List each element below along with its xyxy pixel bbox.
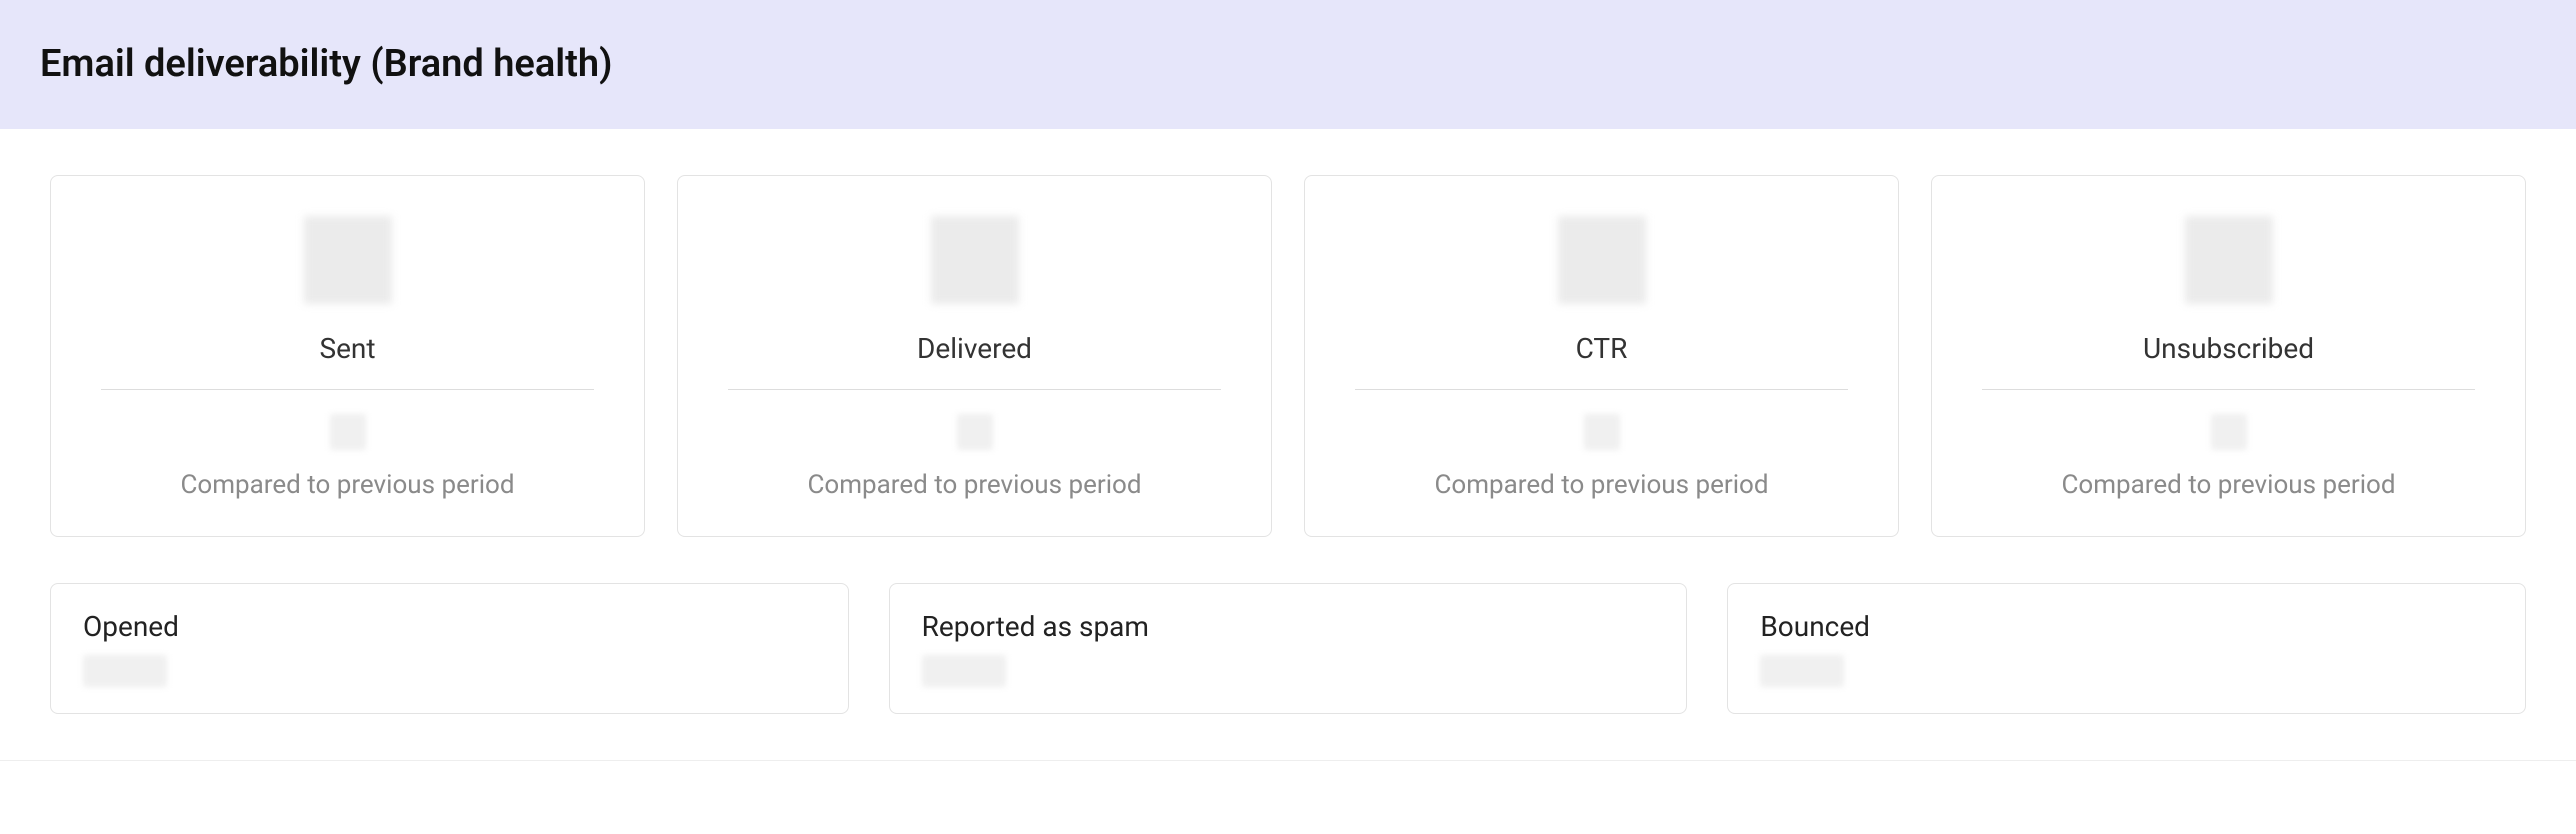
stat-card-delivered: Delivered Compared to previous period [677,175,1272,537]
stat-label: Sent [319,332,375,365]
divider [728,389,1221,390]
section-header: Email deliverability (Brand health) [0,0,2576,129]
stat-compare-text: Compared to previous period [180,470,514,500]
skeleton-placeholder [330,414,366,450]
skeleton-placeholder [2185,216,2273,304]
section-content: Sent Compared to previous period Deliver… [0,129,2576,761]
skeleton-placeholder [2211,414,2247,450]
status-label: Reported as spam [922,610,1655,643]
dashboard-section: Email deliverability (Brand health) Sent… [0,0,2576,761]
stats-row: Sent Compared to previous period Deliver… [50,175,2526,537]
divider [1355,389,1848,390]
skeleton-placeholder [1760,655,1844,687]
skeleton-placeholder [1584,414,1620,450]
skeleton-placeholder [304,216,392,304]
status-card-spam: Reported as spam [889,583,1688,714]
section-title: Email deliverability (Brand health) [40,42,2536,86]
status-label: Opened [83,610,816,643]
stat-compare-text: Compared to previous period [1434,470,1768,500]
skeleton-placeholder [83,655,167,687]
stat-label: CTR [1576,332,1628,365]
skeleton-placeholder [922,655,1006,687]
stat-compare-text: Compared to previous period [2061,470,2395,500]
status-card-opened: Opened [50,583,849,714]
stat-card-sent: Sent Compared to previous period [50,175,645,537]
status-label: Bounced [1760,610,2493,643]
skeleton-placeholder [1558,216,1646,304]
stat-label: Delivered [917,332,1032,365]
status-row: Opened Reported as spam Bounced [50,583,2526,714]
status-card-bounced: Bounced [1727,583,2526,714]
stat-compare-text: Compared to previous period [807,470,1141,500]
divider [101,389,594,390]
skeleton-placeholder [931,216,1019,304]
skeleton-placeholder [957,414,993,450]
stat-label: Unsubscribed [2143,332,2314,365]
stat-card-unsubscribed: Unsubscribed Compared to previous period [1931,175,2526,537]
stat-card-ctr: CTR Compared to previous period [1304,175,1899,537]
divider [1982,389,2475,390]
